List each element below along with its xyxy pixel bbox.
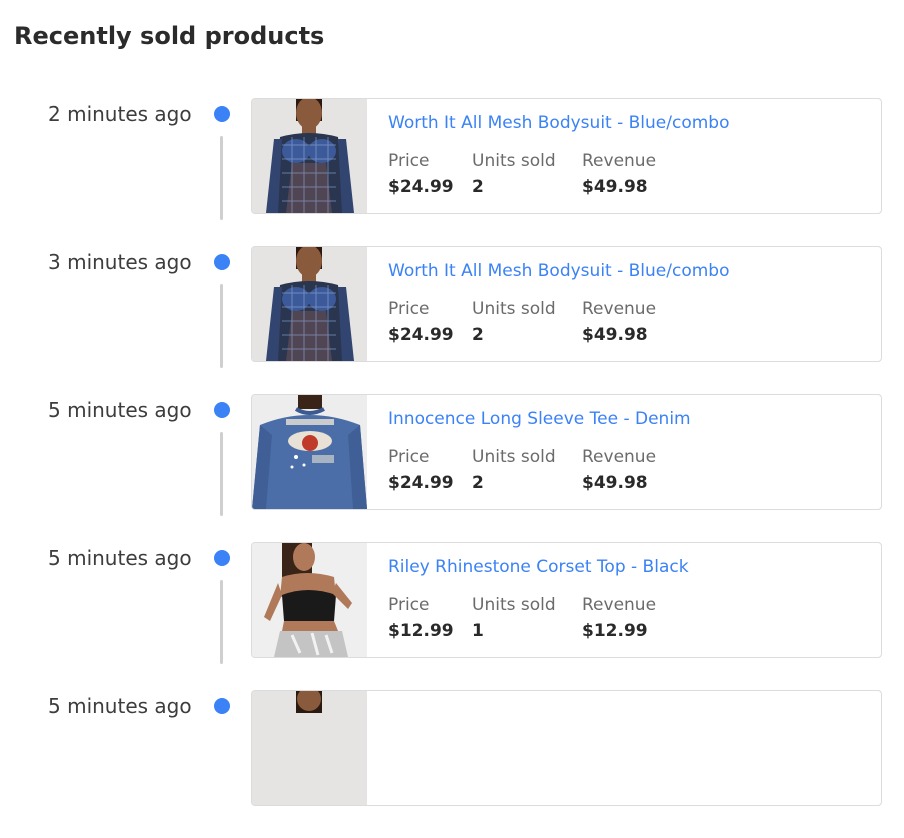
- units-label: Units sold: [472, 447, 556, 467]
- list-item: 5 minutes ago: [0, 394, 904, 542]
- price-column: Price $24.99: [388, 299, 454, 345]
- units-column: Units sold 2: [472, 447, 556, 493]
- units-value: 2: [472, 473, 484, 493]
- price-value: $24.99: [388, 325, 454, 345]
- revenue-label: Revenue: [582, 299, 657, 319]
- product-thumbnail[interactable]: [252, 395, 367, 509]
- sold-products-feed: 2 minutes ago Worth It All Mesh Bodysuit…: [0, 0, 904, 806]
- product-name-link[interactable]: Riley Rhinestone Corset Top - Black: [388, 557, 689, 577]
- product-thumbnail[interactable]: [252, 99, 367, 213]
- product-name-link[interactable]: Worth It All Mesh Bodysuit - Blue/combo: [388, 113, 730, 133]
- product-card[interactable]: [251, 690, 882, 806]
- revenue-column: Revenue $49.98: [582, 447, 656, 493]
- revenue-column: Revenue $49.98: [582, 151, 656, 197]
- timeline-line: [220, 580, 223, 664]
- timeline-dot: [214, 106, 230, 122]
- timeline-dot: [214, 402, 230, 418]
- list-item: 5 minutes ago: [0, 690, 904, 838]
- timeline-line: [220, 432, 223, 516]
- price-label: Price: [388, 151, 430, 171]
- sold-time: 3 minutes ago: [48, 250, 192, 274]
- product-card[interactable]: Worth It All Mesh Bodysuit - Blue/combo …: [251, 98, 882, 214]
- price-column: Price $24.99: [388, 447, 454, 493]
- units-value: 2: [472, 325, 484, 345]
- revenue-value: $12.99: [582, 621, 648, 641]
- product-card[interactable]: Innocence Long Sleeve Tee - Denim Price …: [251, 394, 882, 510]
- units-label: Units sold: [472, 151, 556, 171]
- revenue-label: Revenue: [582, 447, 657, 467]
- price-column: Price $12.99: [388, 595, 454, 641]
- units-value: 2: [472, 177, 484, 197]
- price-column: Price $24.99: [388, 151, 454, 197]
- sold-time: 5 minutes ago: [48, 694, 192, 718]
- list-item: 5 minutes ago Riley Rhinestone Corset To…: [0, 542, 904, 690]
- price-value: $12.99: [388, 621, 454, 641]
- price-value: $24.99: [388, 473, 454, 493]
- revenue-label: Revenue: [582, 151, 657, 171]
- revenue-value: $49.98: [582, 325, 648, 345]
- units-value: 1: [472, 621, 484, 641]
- product-name-link[interactable]: Worth It All Mesh Bodysuit - Blue/combo: [388, 261, 730, 281]
- timeline-line: [220, 136, 223, 220]
- sold-time: 2 minutes ago: [48, 102, 192, 126]
- timeline-dot: [214, 698, 230, 714]
- list-item: 3 minutes ago Worth It All Mesh Bodysuit…: [0, 246, 904, 394]
- product-thumbnail[interactable]: [252, 247, 367, 361]
- units-label: Units sold: [472, 595, 556, 615]
- sold-time: 5 minutes ago: [48, 546, 192, 570]
- product-thumbnail[interactable]: [252, 543, 367, 657]
- units-label: Units sold: [472, 299, 556, 319]
- list-item: 2 minutes ago Worth It All Mesh Bodysuit…: [0, 98, 904, 246]
- revenue-column: Revenue $49.98: [582, 299, 656, 345]
- timeline-dot: [214, 550, 230, 566]
- sold-time: 5 minutes ago: [48, 398, 192, 422]
- product-card[interactable]: Riley Rhinestone Corset Top - Black Pric…: [251, 542, 882, 658]
- revenue-label: Revenue: [582, 595, 657, 615]
- timeline-line: [220, 284, 223, 368]
- product-thumbnail[interactable]: [252, 691, 367, 805]
- timeline-dot: [214, 254, 230, 270]
- price-label: Price: [388, 447, 430, 467]
- price-value: $24.99: [388, 177, 454, 197]
- units-column: Units sold 2: [472, 151, 556, 197]
- revenue-value: $49.98: [582, 473, 648, 493]
- revenue-column: Revenue $12.99: [582, 595, 656, 641]
- price-label: Price: [388, 299, 430, 319]
- units-column: Units sold 1: [472, 595, 556, 641]
- product-name-link[interactable]: Innocence Long Sleeve Tee - Denim: [388, 409, 691, 429]
- revenue-value: $49.98: [582, 177, 648, 197]
- units-column: Units sold 2: [472, 299, 556, 345]
- product-card[interactable]: Worth It All Mesh Bodysuit - Blue/combo …: [251, 246, 882, 362]
- price-label: Price: [388, 595, 430, 615]
